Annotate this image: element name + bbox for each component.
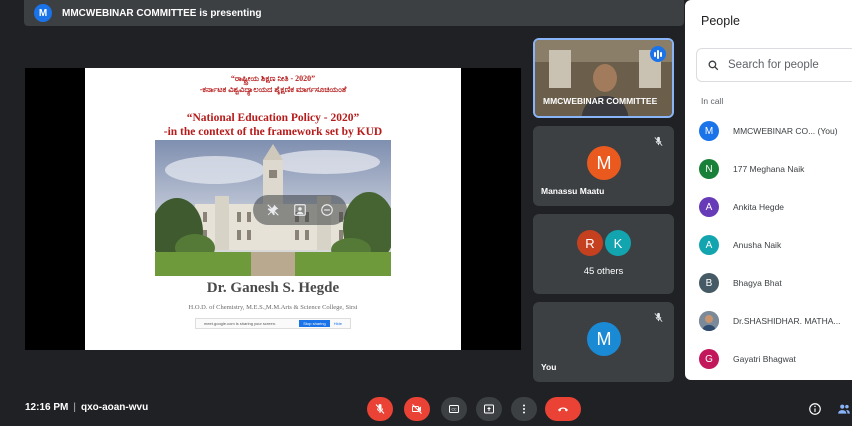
list-item[interactable]: A Ankita Hegde	[685, 188, 852, 226]
present-icon	[484, 404, 494, 414]
tile-hover-controls	[253, 195, 347, 225]
mic-off-icon	[653, 310, 664, 328]
fullscreen-button[interactable]	[288, 198, 312, 222]
participant-name: 177 Meghana Naik	[733, 164, 805, 174]
people-button[interactable]	[834, 397, 852, 421]
list-item[interactable]: B Bhagya Bhat	[685, 264, 852, 302]
participant-name: Anusha Naik	[733, 240, 782, 250]
slide-speaker-name: Dr. Ganesh S. Hegde	[206, 280, 340, 296]
others-avatar-r: R	[577, 230, 603, 256]
meeting-time: 12:16 PM	[25, 402, 69, 413]
participant-list: M MMCWEBINAR CO... (You) N 177 Meghana N…	[685, 112, 852, 378]
participant-avatar: M	[587, 146, 621, 180]
minus-circle-icon	[321, 204, 334, 216]
more-vert-icon	[523, 404, 525, 414]
meeting-details: 12:16 PM | qxo-aoan-wvu	[25, 402, 149, 413]
stop-sharing-button[interactable]: Stop sharing	[299, 320, 330, 327]
participant-avatar: B	[699, 273, 719, 293]
meeting-code: qxo-aoan-wvu	[80, 402, 149, 413]
participant-tile-manassu[interactable]: M Manassu Maatu	[533, 126, 674, 206]
others-tile[interactable]: R K 45 others	[533, 214, 674, 294]
slide-title-line1: “National Education Policy - 2020”	[186, 112, 360, 124]
slide-kannada-line1: “ರಾಷ್ಟ್ರೀಯ ಶಿಕ್ಷಣ ನೀತಿ - 2020”	[230, 74, 316, 83]
participant-avatar: G	[699, 349, 719, 369]
participant-photo	[699, 311, 719, 331]
captions-button[interactable]: CC	[441, 397, 467, 421]
search-input[interactable]	[728, 59, 848, 71]
people-icon	[838, 404, 850, 414]
presenting-banner: M MMCWEBINAR COMMITTEE is presenting	[24, 0, 684, 26]
presentation-stage: “ರಾಷ್ಟ್ರೀಯ ಶಿಕ್ಷಣ ನೀತಿ - 2020” -ಕರ್ನಾಟಕ …	[25, 68, 521, 350]
mic-off-icon	[375, 404, 385, 414]
mic-toggle-button[interactable]	[367, 397, 393, 421]
participant-avatar: N	[699, 159, 719, 179]
list-item[interactable]: N 177 Meghana Naik	[685, 150, 852, 188]
mic-off-icon	[653, 134, 664, 152]
meeting-info-button[interactable]	[805, 397, 825, 421]
participant-avatar: A	[699, 235, 719, 255]
others-count: 45 others	[583, 266, 624, 277]
slide-kannada-line2: -ಕರ್ನಾಟಕ ವಿಶ್ವವಿದ್ಯಾಲಯದ ಶೈಕ್ಷಣಿಕ ಮಾರ್ಗಸೂ…	[199, 85, 347, 94]
leave-call-button[interactable]	[545, 397, 581, 421]
slide-title-line2: -in the context of the framework set by …	[163, 126, 383, 138]
unpin-button[interactable]	[261, 198, 285, 222]
others-avatar-k: K	[605, 230, 631, 256]
list-item[interactable]: A Anusha Naik	[685, 226, 852, 264]
tile-name: Manassu Maatu	[541, 186, 605, 196]
presenter-avatar: M	[34, 4, 52, 22]
svg-text:CC: CC	[451, 408, 457, 412]
participant-name: Ankita Hegde	[733, 202, 785, 212]
participant-tile-committee[interactable]: MMCWEBINAR COMMITTEE	[533, 38, 674, 118]
participant-avatar: M	[699, 121, 719, 141]
camera-off-icon	[412, 404, 422, 414]
info-icon	[809, 403, 821, 415]
people-search[interactable]	[696, 48, 852, 82]
search-icon	[708, 60, 719, 70]
captions-icon: CC	[449, 405, 459, 413]
in-call-label: In call	[701, 96, 724, 106]
people-panel: People In call M MMCWEBINAR CO... (You) …	[685, 0, 852, 380]
tile-name: You	[541, 362, 557, 372]
hide-notice-link[interactable]: Hide	[334, 321, 342, 326]
share-notice-text: meet.google.com is sharing your screen.	[204, 321, 277, 326]
more-options-button[interactable]	[511, 397, 537, 421]
participant-avatar: A	[699, 197, 719, 217]
list-item[interactable]: Dr.SHASHIDHAR. MATHA...	[685, 302, 852, 340]
slide-affiliation: H.O.D. of Chemistry, M.E.S.,M.M.Arts & S…	[188, 304, 358, 311]
participant-name: Dr.SHASHIDHAR. MATHA...	[733, 316, 841, 326]
unpin-icon	[266, 204, 279, 216]
participant-name: Bhagya Bhat	[733, 278, 782, 288]
present-button[interactable]	[476, 397, 502, 421]
screen-share-notice: meet.google.com is sharing your screen. …	[195, 318, 351, 329]
self-avatar: M	[587, 322, 621, 356]
presenting-text: MMCWEBINAR COMMITTEE is presenting	[62, 7, 262, 19]
participant-name: Gayatri Bhagwat	[733, 354, 796, 364]
self-tile[interactable]: M You	[533, 302, 674, 382]
list-item[interactable]: G Gayatri Bhagwat	[685, 340, 852, 378]
tile-name: MMCWEBINAR COMMITTEE	[543, 96, 658, 106]
bottom-bar: 12:16 PM | qxo-aoan-wvu CC	[0, 390, 852, 426]
frame-person-icon	[294, 204, 306, 216]
panel-title: People	[701, 14, 740, 28]
camera-toggle-button[interactable]	[404, 397, 430, 421]
participant-name: MMCWEBINAR CO... (You)	[733, 126, 838, 136]
speaking-indicator	[650, 46, 666, 62]
list-item[interactable]: M MMCWEBINAR CO... (You)	[685, 112, 852, 150]
remove-button[interactable]	[315, 198, 339, 222]
end-call-icon	[558, 407, 568, 412]
meet-window: M MMCWEBINAR COMMITTEE is presenting “ರಾ…	[0, 0, 852, 426]
